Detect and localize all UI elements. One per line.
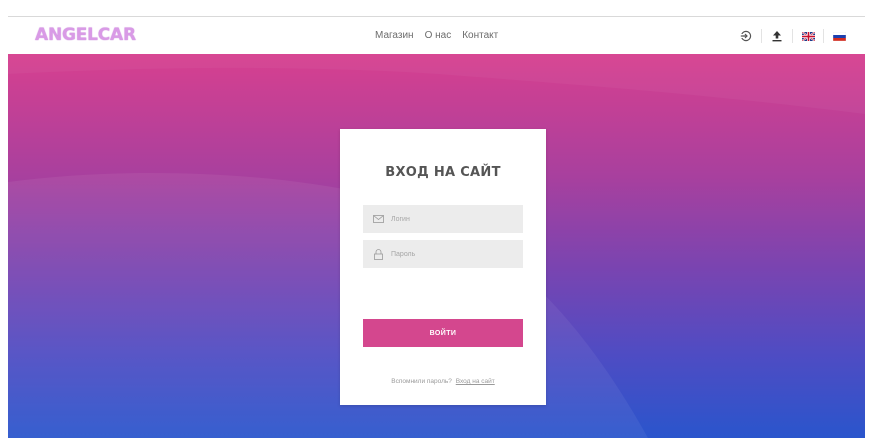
login-input[interactable] xyxy=(391,215,511,223)
russia-flag-icon[interactable] xyxy=(830,27,848,45)
site-header: ANGELCAR Магазин О нас Контакт xyxy=(8,17,865,54)
nav-item-shop[interactable]: Магазин xyxy=(375,30,414,41)
login-card: ВХОД НА САЙТ ВОЙТИ Вспомнили пароль? Вхо… xyxy=(340,129,546,405)
lock-icon xyxy=(372,248,384,260)
header-divider xyxy=(761,29,762,43)
uk-flag-icon[interactable] xyxy=(799,27,817,45)
upload-icon[interactable] xyxy=(768,27,786,45)
remember-password-text: Вспомнили пароль? Вход на сайт xyxy=(340,378,546,385)
header-actions xyxy=(737,27,848,45)
header-divider xyxy=(823,29,824,43)
password-field[interactable] xyxy=(363,240,523,268)
login-field[interactable] xyxy=(363,205,523,233)
nav-item-contact[interactable]: Контакт xyxy=(462,30,498,41)
envelope-icon xyxy=(372,213,384,225)
login-icon[interactable] xyxy=(737,27,755,45)
main-nav: Магазин О нас Контакт xyxy=(375,30,498,41)
login-title: ВХОД НА САЙТ xyxy=(385,165,501,180)
login-submit-button[interactable]: ВОЙТИ xyxy=(363,319,523,347)
site-logo[interactable]: ANGELCAR xyxy=(35,25,136,45)
header-divider xyxy=(792,29,793,43)
nav-item-about[interactable]: О нас xyxy=(425,30,452,41)
remember-label: Вспомнили пароль? xyxy=(391,378,452,385)
password-input[interactable] xyxy=(391,250,511,258)
login-link[interactable]: Вход на сайт xyxy=(456,378,495,385)
